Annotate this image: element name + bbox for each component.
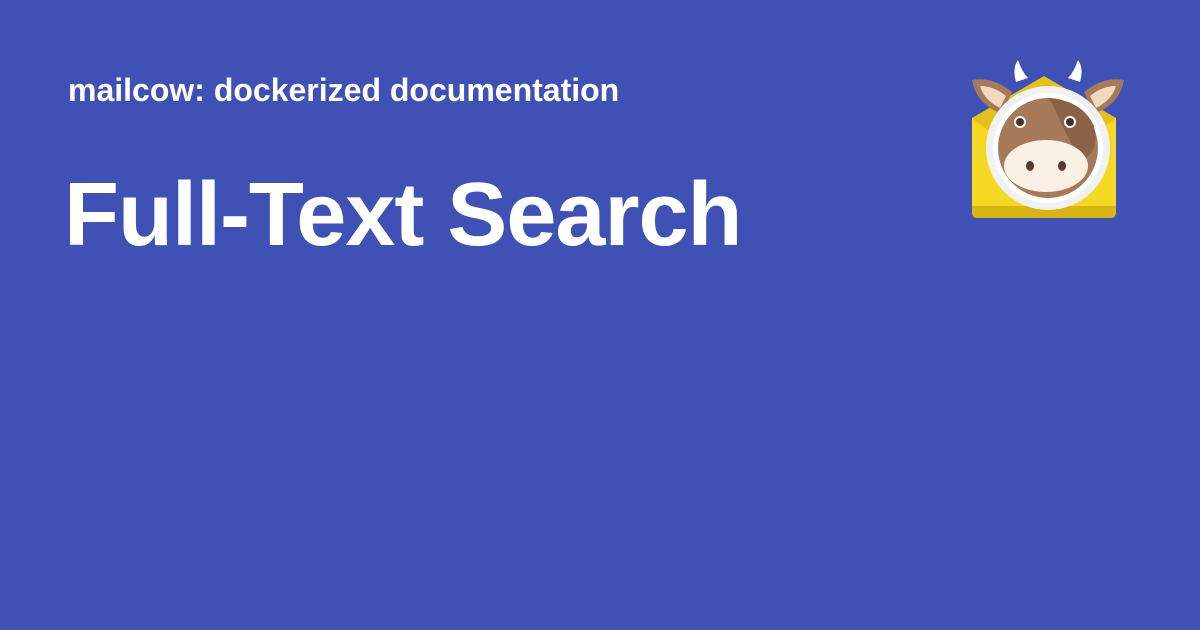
cow-snout: [1004, 140, 1088, 192]
site-name: mailcow: dockerized documentation: [68, 72, 620, 108]
page-title: Full-Text Search: [64, 165, 743, 265]
social-card: mailcow: dockerized documentation Full-T…: [0, 0, 1200, 630]
mailcow-logo-icon: [962, 56, 1126, 226]
cow-horn-right: [1068, 60, 1082, 82]
cow-horn-left: [1014, 60, 1028, 82]
